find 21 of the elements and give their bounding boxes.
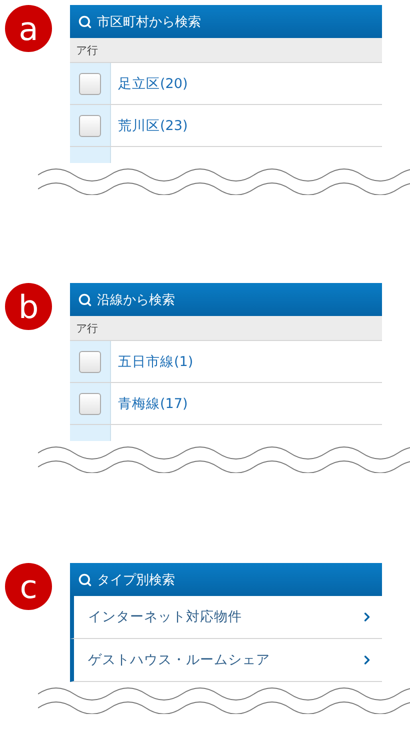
- type-link[interactable]: ゲストハウス・ルームシェア: [70, 639, 382, 682]
- checkbox[interactable]: [79, 114, 101, 136]
- section-badge: c: [5, 563, 52, 610]
- checkbox[interactable]: [79, 72, 101, 94]
- search-icon: [78, 572, 92, 586]
- section-badge: a: [5, 5, 52, 52]
- type-link[interactable]: インターネット対応物件: [70, 596, 382, 639]
- checkbox[interactable]: [79, 392, 101, 414]
- option-label[interactable]: 五日市線(1): [111, 352, 194, 370]
- checkbox[interactable]: [79, 350, 101, 372]
- search-icon: [78, 292, 92, 306]
- section-badge: b: [5, 283, 52, 330]
- group-heading: ア行: [70, 316, 382, 341]
- option-label[interactable]: 荒川区(23): [111, 116, 188, 134]
- panel-title: タイプ別検索: [97, 572, 175, 588]
- search-icon: [78, 14, 92, 28]
- panel-title: 沿線から検索: [97, 292, 175, 308]
- option-label[interactable]: 足立区(20): [111, 74, 188, 92]
- group-heading: ア行: [70, 38, 382, 63]
- panel-title: 市区町村から検索: [97, 14, 201, 30]
- option-label[interactable]: 青梅線(17): [111, 394, 188, 412]
